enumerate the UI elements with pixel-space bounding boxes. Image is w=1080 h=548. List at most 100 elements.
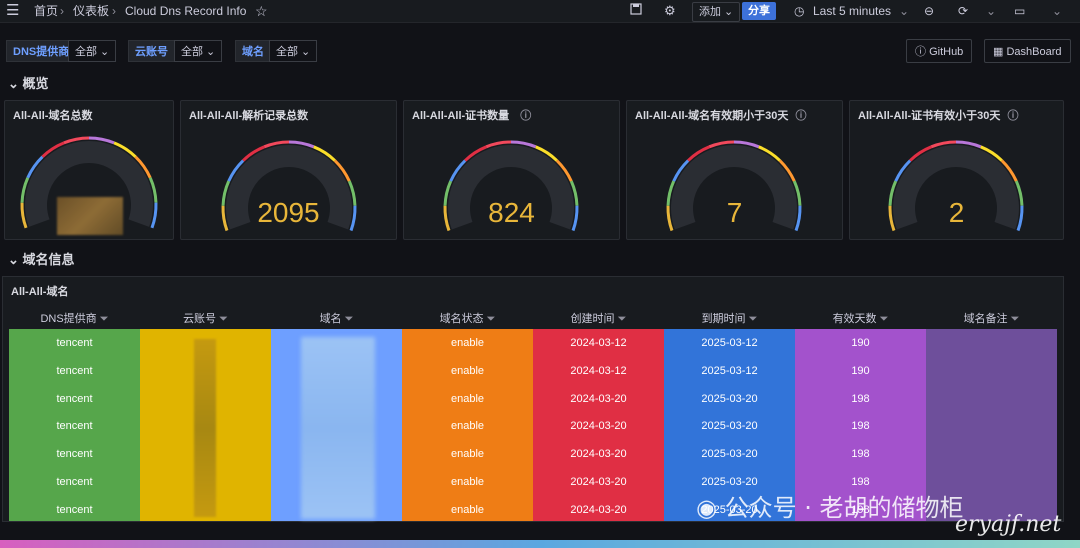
column-header[interactable]: 云账号 ⏷ [140, 312, 271, 326]
chevron-right-icon: › [60, 4, 64, 18]
breadcrumb-home[interactable]: 首页 [34, 3, 58, 19]
table-cell: 2025-03-20 [701, 448, 758, 461]
table-cell: 198 [851, 448, 870, 461]
table-cell: 198 [851, 420, 870, 433]
table-cell: enable [450, 364, 485, 377]
table-cell: tencent [56, 392, 93, 405]
table-cell: 190 [851, 364, 870, 377]
filter-select-dns-provider[interactable]: 全部 ⌄ [68, 40, 116, 62]
filter-select-domain[interactable]: 全部 ⌄ [269, 40, 317, 62]
column-header-label: 域名状态 [439, 313, 484, 325]
redacted-cell [301, 337, 375, 519]
table-cell: tencent [56, 448, 93, 461]
filter-icon[interactable]: ⏷ [342, 313, 354, 325]
table-cell: 2025-03-12 [701, 337, 758, 349]
redacted-cell [194, 339, 216, 517]
info-icon: ⓘ [915, 46, 926, 58]
filter-icon[interactable]: ⏷ [484, 313, 496, 325]
table-cell: enable [450, 476, 485, 488]
table-cell: 2025-03-20 [701, 476, 758, 488]
filter-icon[interactable]: ⏷ [746, 313, 758, 325]
save-icon[interactable] [630, 3, 642, 19]
chevron-right-icon: › [112, 4, 116, 18]
star-icon[interactable]: ☆ [255, 3, 268, 19]
panel-title: All-All-域名总数 [13, 110, 93, 122]
refresh-icon[interactable]: ⟳ [958, 3, 968, 19]
column-header[interactable]: 到期时间 ⏷ [664, 312, 795, 326]
table-cell: 2024-03-20 [570, 448, 627, 461]
bottom-gradient-strip [0, 540, 1080, 548]
chevron-down-icon: ⌄ [8, 252, 19, 267]
menu-icon[interactable]: ☰ [6, 3, 19, 19]
clock-icon: ◷ [794, 4, 805, 18]
zoom-out-icon[interactable]: ⊖ [924, 3, 934, 19]
stat-panel-cert-count[interactable]: All-All-All-证书数量 ⓘ 824 [403, 100, 620, 240]
column-header[interactable]: 域名状态 ⏷ [402, 312, 533, 326]
filter-icon[interactable]: ⏷ [216, 313, 228, 325]
table-cell: 2025-03-20 [701, 392, 758, 405]
table-cell: 198 [851, 476, 870, 488]
grid-icon: ▦ [993, 46, 1004, 58]
time-range-picker[interactable]: Last 5 minutes [813, 3, 891, 19]
column-header-label: DNS提供商 [40, 313, 97, 325]
table-cell: enable [450, 392, 485, 405]
redacted-value [57, 197, 123, 235]
filter-label-domain: 域名 [235, 40, 271, 62]
panel-title: All-All-All-证书数量 ⓘ [412, 110, 532, 122]
table-cell: 2024-03-20 [570, 503, 627, 516]
panel-title: All-All-All-证书有效小于30天 ⓘ [858, 110, 1019, 122]
stat-value: 824 [488, 197, 535, 228]
filter-select-cloud-account[interactable]: 全部 ⌄ [174, 40, 222, 62]
stat-value: 2 [948, 197, 965, 228]
github-link[interactable]: ⓘ GitHub [906, 39, 973, 63]
table-cell: 2025-03-12 [701, 364, 758, 377]
info-icon[interactable]: ⓘ [1007, 110, 1018, 122]
table-cell: 2025-03-20 [701, 420, 758, 433]
filter-icon[interactable]: ⏷ [877, 313, 889, 325]
column-header[interactable]: 域名备注 ⏷ [926, 312, 1057, 326]
row-overview[interactable]: ⌄ 概览 [8, 73, 49, 92]
filter-label-dns-provider: DNS提供商 [6, 40, 77, 62]
table-cell: tencent [56, 364, 93, 377]
column-header[interactable]: 创建时间 ⏷ [533, 312, 664, 326]
dashboard-link[interactable]: ▦ DashBoard [984, 39, 1071, 63]
chevron-down-icon[interactable]: ⌄ [986, 3, 996, 19]
column-header[interactable]: DNS提供商 ⏷ [9, 312, 140, 326]
table-column: enable enable enable enable enable enable enab… [402, 329, 533, 521]
chevron-down-icon[interactable]: ⌄ [899, 3, 909, 19]
table-cell: 2024-03-20 [570, 420, 627, 433]
info-icon[interactable]: ⓘ [520, 110, 531, 122]
column-header[interactable]: 有效天数 ⏷ [795, 312, 926, 326]
table-cell: 198 [851, 392, 870, 405]
tv-mode-icon[interactable]: ▭ [1014, 3, 1025, 19]
stat-panel-domain-expiring[interactable]: All-All-All-域名有效期小于30天 ⓘ 7 [626, 100, 843, 240]
add-button[interactable]: 添加 ⌄ [692, 2, 741, 22]
breadcrumb-dashboards[interactable]: 仪表板 [73, 3, 109, 19]
column-header-label: 云账号 [183, 313, 217, 325]
filter-icon[interactable]: ⏷ [97, 313, 109, 325]
panel-title: All-All-域名 [11, 286, 69, 298]
column-header-label: 创建时间 [570, 313, 615, 325]
filter-icon[interactable]: ⏷ [615, 313, 627, 325]
stat-panel-record-total[interactable]: All-All-All-解析记录总数 2095 [180, 100, 397, 240]
table-cell: enable [450, 337, 485, 349]
table-column: 2024-03-12 2024-03-12 2024-03-20 2024-03-20… [533, 329, 664, 521]
table-cell: 2024-03-20 [570, 476, 627, 488]
row-domain-info[interactable]: ⌄ 域名信息 [8, 249, 75, 268]
share-button[interactable]: 分享 [742, 2, 776, 20]
column-header[interactable]: 域名 ⏷ [271, 312, 402, 326]
table-cell: tencent [56, 476, 93, 488]
column-header-label: 域名备注 [963, 313, 1008, 325]
panel-title: All-All-All-域名有效期小于30天 ⓘ [635, 110, 807, 122]
info-icon[interactable]: ⓘ [795, 110, 806, 122]
table-cell: enable [450, 503, 485, 516]
table-cell: enable [450, 420, 485, 433]
stat-panel-cert-expiring[interactable]: All-All-All-证书有效小于30天 ⓘ 2 [849, 100, 1064, 240]
collapse-icon[interactable]: ⌄ [1052, 3, 1062, 19]
table-cell: 2024-03-20 [570, 392, 627, 405]
table-cell: tencent [56, 503, 93, 516]
table-cell: enable [450, 448, 485, 461]
gear-icon[interactable]: ⚙ [664, 3, 676, 19]
filter-icon[interactable]: ⏷ [1008, 313, 1020, 325]
table-column [271, 329, 402, 521]
